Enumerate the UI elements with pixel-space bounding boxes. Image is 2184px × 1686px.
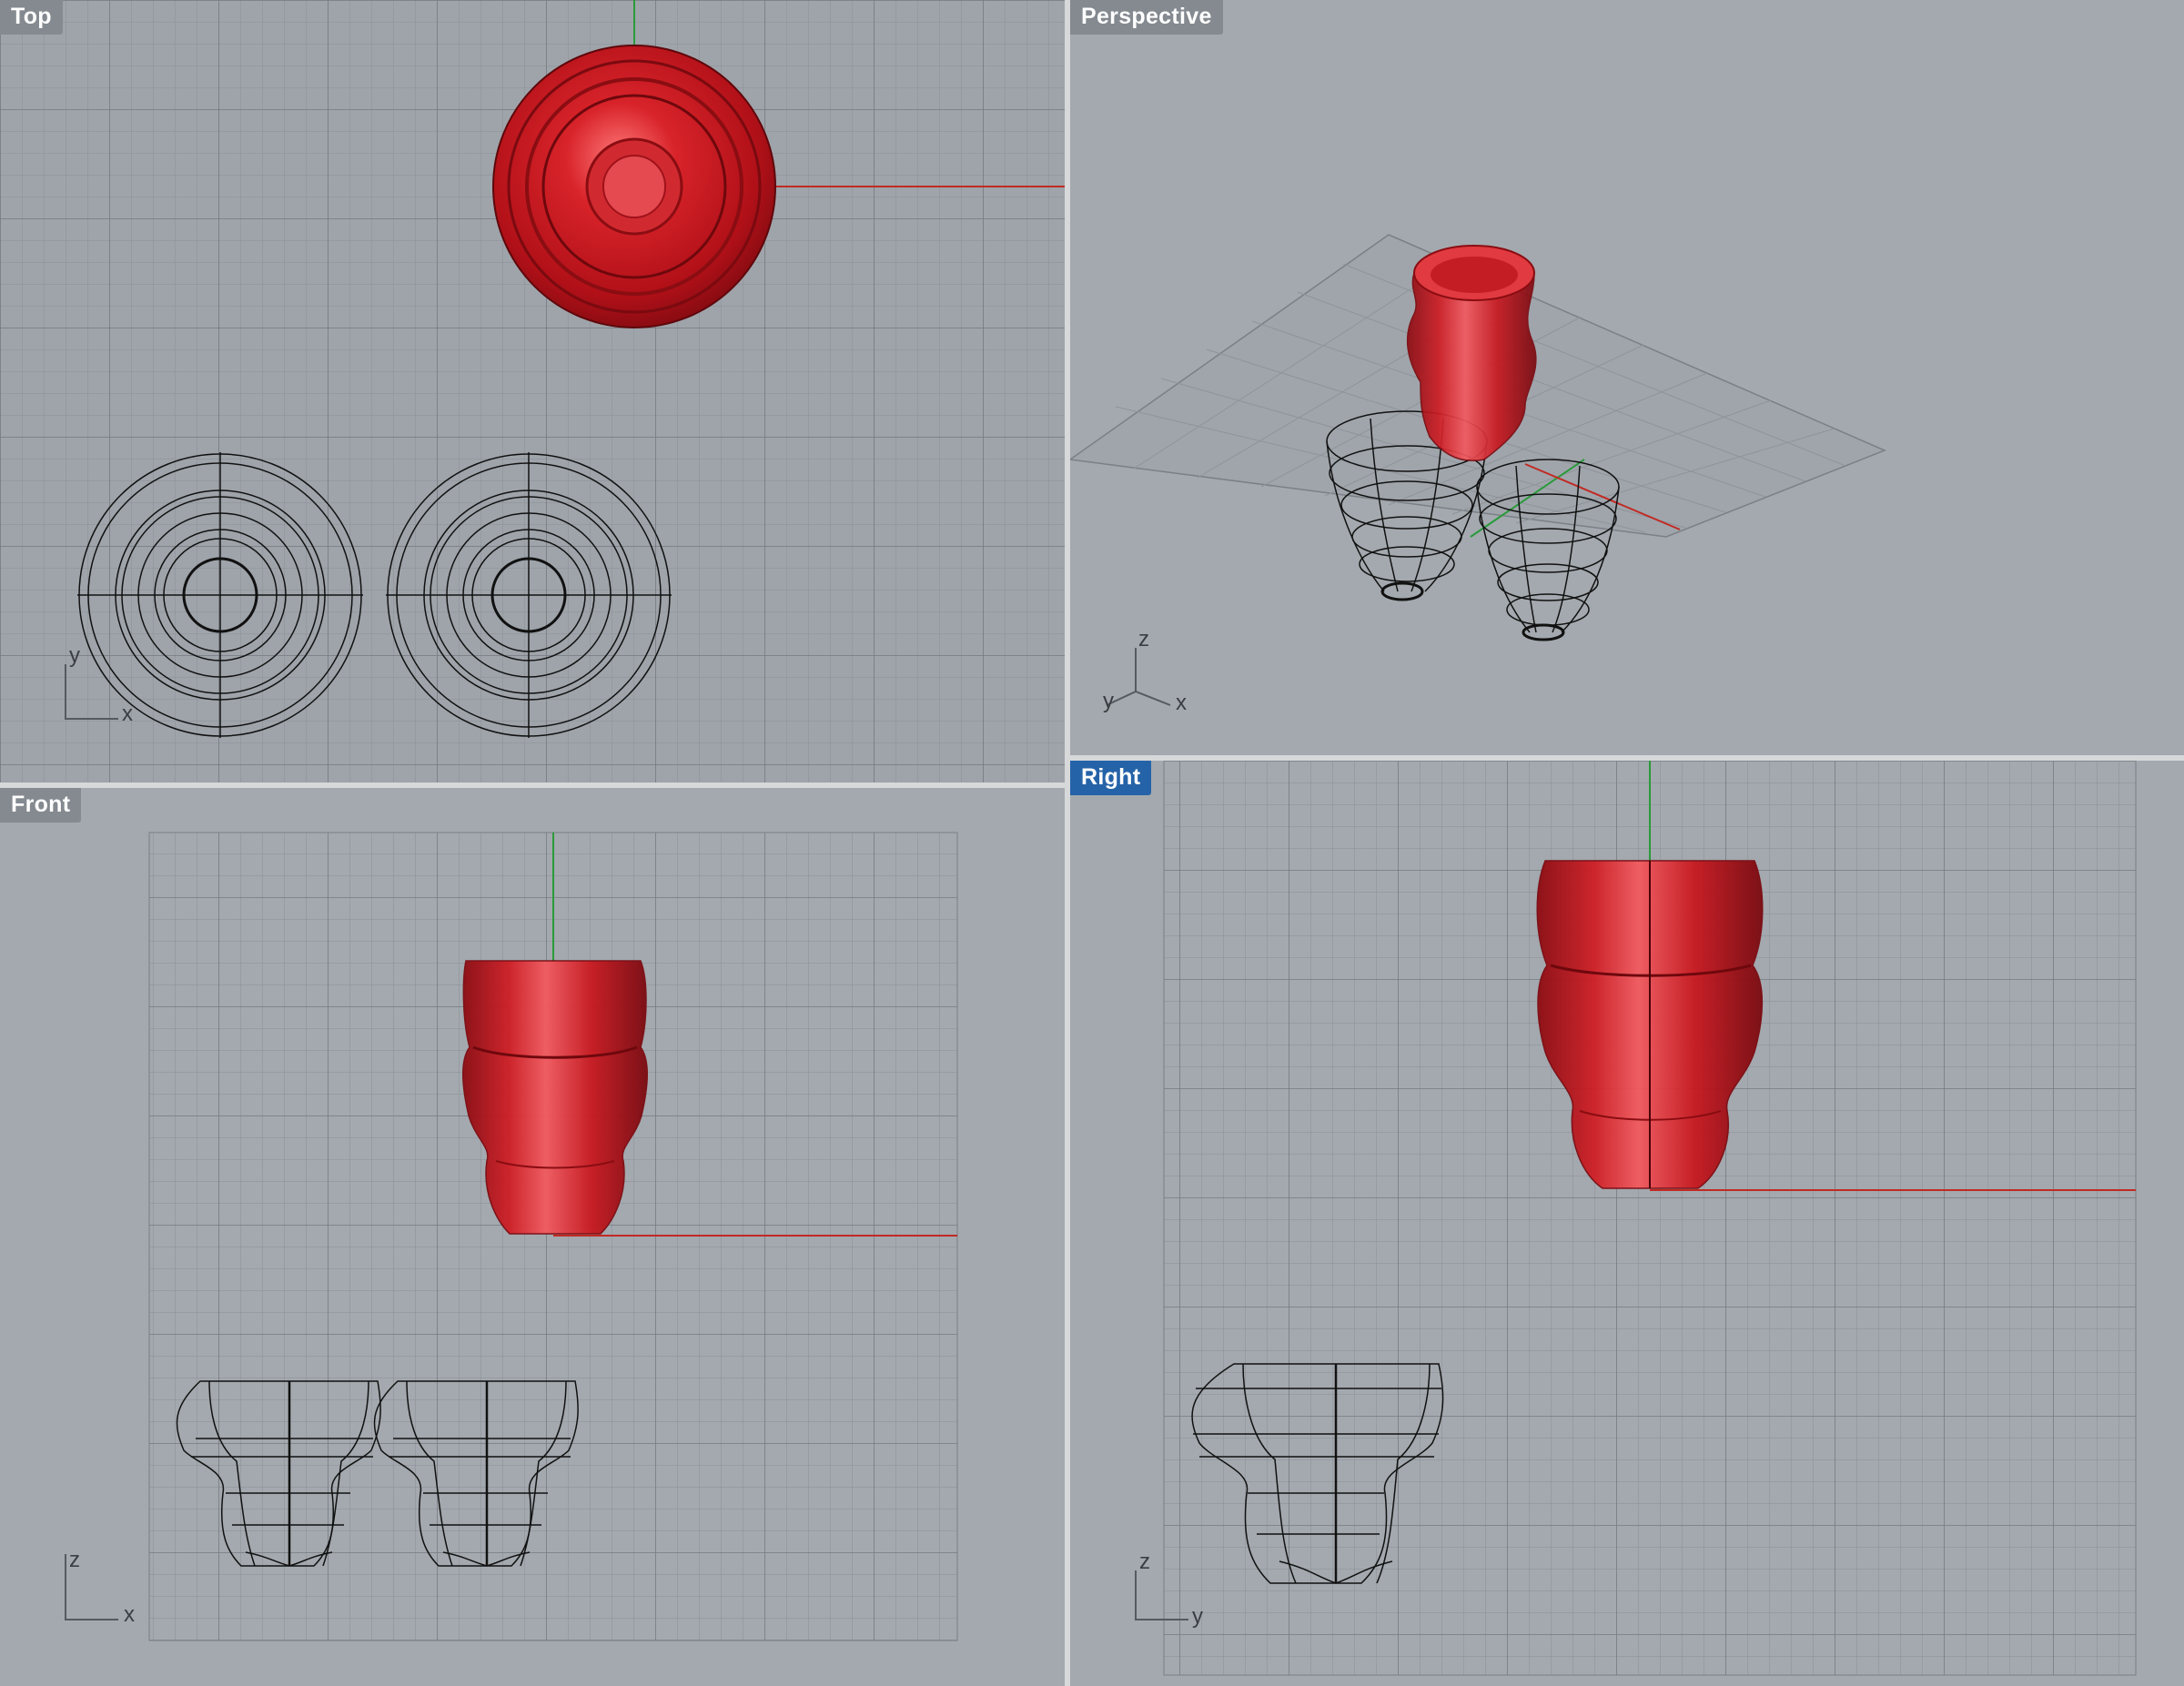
red-object-perspective [1406,245,1537,461]
viewport-perspective[interactable]: z y x Perspective [1070,0,2184,755]
perspective-view-scene[interactable]: z y x [1070,0,2184,755]
viewport-label-top[interactable]: Top [0,0,63,35]
wireframe-top-1 [77,452,363,738]
axis-label-y: y [1103,689,1114,713]
axis-label-y: y [1192,1604,1203,1629]
viewport-label-front[interactable]: Front [0,788,82,823]
viewport-top[interactable]: y x Top [0,0,1065,782]
viewport-front[interactable]: z x Front [0,788,1065,1686]
axis-label-z: z [1138,627,1149,651]
right-view-scene[interactable]: z y [1070,761,2184,1686]
axis-label-z: z [69,1548,80,1572]
viewport-label-perspective[interactable]: Perspective [1070,0,1223,35]
red-object-top-view [492,45,776,328]
axis-label-z: z [1139,1550,1150,1574]
viewport-label-right[interactable]: Right [1070,761,1152,795]
viewport-right[interactable]: z y Right [1070,761,2184,1686]
top-view-scene[interactable]: y x [0,0,1065,782]
front-view-scene[interactable]: z x [0,788,1065,1686]
red-object-front-view [462,960,648,1235]
axis-label-x: x [124,1602,135,1627]
axis-label-y: y [69,643,80,668]
wireframe-top-2 [386,452,672,738]
axis-label-x: x [122,702,133,726]
axis-label-x: x [1176,691,1187,715]
